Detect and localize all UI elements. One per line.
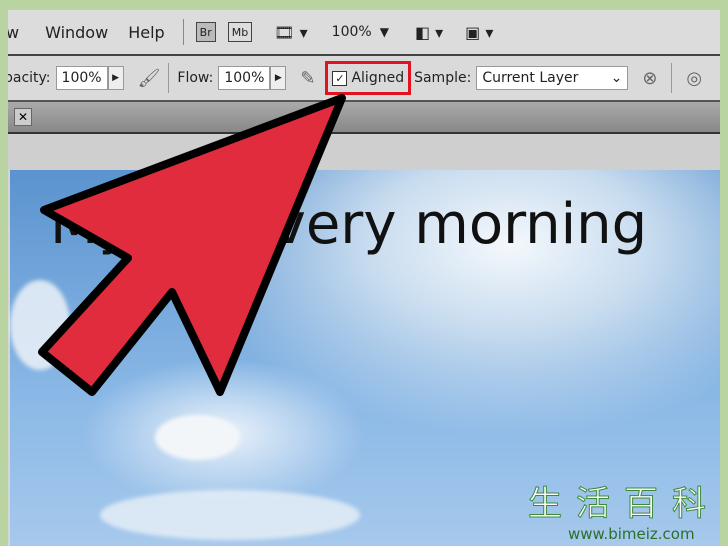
red-arrow-icon — [38, 94, 346, 396]
watermark-chars: 生活百科 — [528, 484, 720, 525]
watermark-logo: 生活百科 www.bimeiz.com — [520, 476, 720, 546]
watermark-url: www.bimeiz.com — [568, 525, 695, 543]
